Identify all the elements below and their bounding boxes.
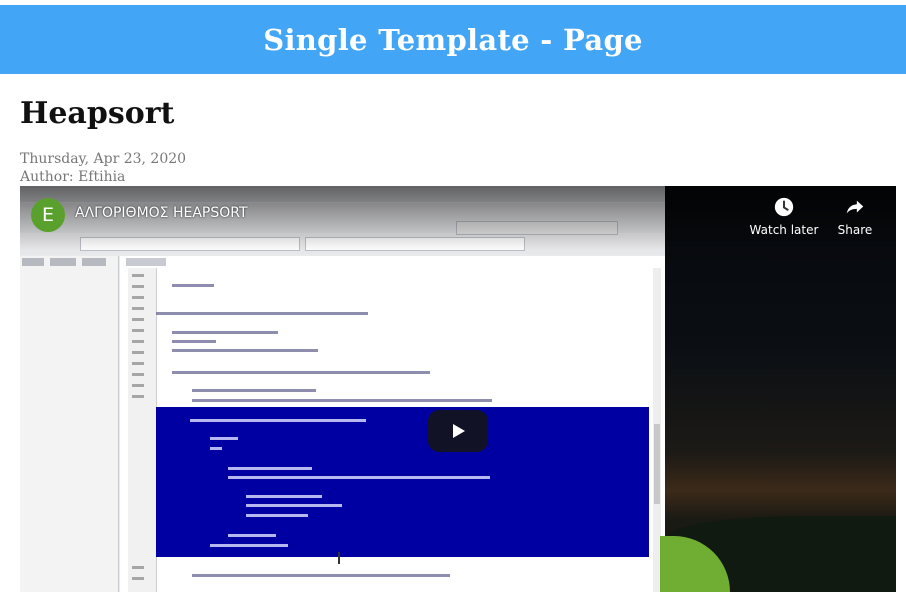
ide-project-panel	[20, 256, 119, 592]
line-number	[132, 351, 144, 354]
selected-code-line	[228, 476, 490, 479]
selected-code-line	[246, 495, 322, 498]
ide-panel-tab	[50, 258, 76, 266]
code-line	[156, 312, 368, 315]
line-number	[132, 296, 144, 299]
selected-code-line	[228, 467, 312, 470]
ide-line-gutter	[128, 268, 157, 592]
line-number	[132, 340, 144, 343]
author-label: Author:	[20, 169, 79, 185]
line-number	[132, 577, 144, 580]
share-button[interactable]: Share	[818, 196, 892, 242]
selected-code-line	[246, 504, 342, 507]
clock-icon	[774, 197, 794, 217]
channel-avatar[interactable]: E	[31, 198, 65, 232]
line-number	[132, 307, 144, 310]
code-line	[172, 371, 430, 374]
code-line	[192, 399, 492, 402]
selected-code-line	[210, 544, 288, 547]
code-line	[172, 340, 216, 343]
code-line	[192, 389, 316, 392]
watch-later-button[interactable]: Watch later	[747, 196, 821, 242]
site-title: Single Template - Page	[263, 22, 643, 57]
site-banner: Single Template - Page	[0, 5, 906, 74]
selected-code-line	[190, 419, 366, 422]
line-number	[132, 373, 144, 376]
selected-code-line	[228, 534, 276, 537]
line-number	[132, 318, 144, 321]
code-line	[192, 574, 450, 577]
selected-code-line	[210, 437, 238, 440]
line-number	[132, 395, 144, 398]
code-line	[172, 284, 214, 287]
channel-initial: E	[41, 204, 54, 226]
post-date: Thursday, Apr 23, 2020	[20, 151, 187, 167]
play-icon	[453, 424, 465, 438]
ide-panel-tab	[82, 258, 106, 266]
watch-later-label: Watch later	[749, 223, 819, 237]
line-number	[132, 329, 144, 332]
ide-editor-tab	[126, 258, 166, 266]
line-number	[132, 274, 144, 277]
selected-code-line	[210, 447, 222, 450]
code-line	[172, 349, 318, 352]
line-number	[132, 362, 144, 365]
video-title[interactable]: ΑΛΓΟΡΙΘΜΟΣ HEAPSORT	[75, 205, 248, 221]
code-line	[172, 331, 278, 334]
video-player[interactable]: E ΑΛΓΟΡΙΘΜΟΣ HEAPSORT Watch later Share	[20, 186, 896, 592]
share-arrow-icon	[846, 200, 864, 214]
share-label: Share	[837, 223, 873, 237]
author-name: Eftihia	[78, 169, 126, 185]
ide-panel-tab	[22, 258, 44, 266]
line-number	[132, 384, 144, 387]
page-title: Heapsort	[20, 96, 175, 131]
line-number	[132, 285, 144, 288]
text-cursor-icon	[338, 552, 340, 564]
line-number	[132, 566, 144, 569]
post-author: Author: Eftihia	[20, 168, 125, 186]
play-button[interactable]	[428, 410, 488, 452]
ide-scroll-thumb	[654, 424, 660, 504]
selected-code-line	[246, 514, 308, 517]
